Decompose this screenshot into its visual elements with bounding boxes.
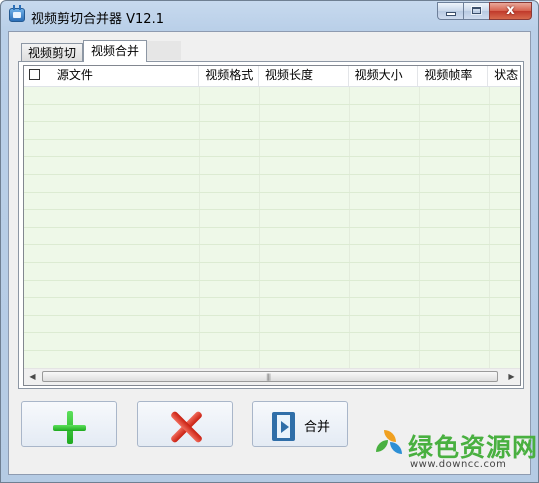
title-bar[interactable]: 视频剪切合并器 V12.1 x — [1, 1, 538, 31]
empty-row — [24, 316, 520, 334]
window-title: 视频剪切合并器 V12.1 — [31, 12, 164, 27]
scroll-right-arrow[interactable]: ▶ — [503, 369, 520, 385]
app-icon — [9, 5, 25, 22]
column-format[interactable]: 视频格式 — [199, 66, 260, 86]
add-file-button[interactable] — [21, 401, 117, 447]
maximize-button[interactable] — [463, 2, 489, 20]
empty-row — [24, 193, 520, 211]
empty-row — [24, 157, 520, 175]
minimize-button[interactable] — [437, 2, 463, 20]
select-all-checkbox[interactable] — [29, 69, 40, 80]
maximize-icon — [471, 6, 482, 15]
empty-row — [24, 298, 520, 316]
watermark-url: www.downcc.com — [410, 459, 507, 470]
client-area: 视频剪切 视频合并 源文件 视频格式 视频长度 视频大小 视频帧率 状态 ◀ |… — [8, 31, 531, 475]
scrollbar-grip-icon: ||| — [266, 373, 271, 381]
delete-x-icon — [169, 410, 203, 444]
empty-row — [24, 87, 520, 105]
caption-buttons: x — [437, 2, 532, 21]
file-list[interactable]: 源文件 视频格式 视频长度 视频大小 视频帧率 状态 ◀ ||| ▶ — [23, 65, 521, 386]
empty-row — [24, 228, 520, 246]
column-status[interactable]: 状态 — [488, 66, 520, 86]
list-header: 源文件 视频格式 视频长度 视频大小 视频帧率 状态 — [24, 66, 520, 87]
close-icon: x — [506, 3, 515, 18]
scroll-left-arrow[interactable]: ◀ — [24, 369, 41, 385]
empty-row — [24, 140, 520, 158]
empty-row — [24, 210, 520, 228]
tab-video-cut[interactable]: 视频剪切 — [21, 43, 84, 62]
empty-row — [24, 351, 520, 369]
column-size[interactable]: 视频大小 — [349, 66, 419, 86]
film-play-icon — [272, 412, 295, 441]
merge-button[interactable]: 合并 — [252, 401, 348, 447]
minimize-icon — [447, 13, 455, 15]
column-label-source-file: 源文件 — [56, 68, 93, 82]
tab-video-merge[interactable]: 视频合并 — [83, 40, 148, 62]
list-body[interactable] — [24, 87, 520, 369]
empty-row — [24, 105, 520, 123]
column-source-file[interactable]: 源文件 — [24, 66, 200, 86]
merge-tab-panel: 源文件 视频格式 视频长度 视频大小 视频帧率 状态 ◀ ||| ▶ — [18, 61, 524, 389]
close-button[interactable]: x — [489, 2, 532, 20]
column-duration[interactable]: 视频长度 — [259, 66, 349, 86]
column-frame-rate[interactable]: 视频帧率 — [418, 66, 489, 86]
horizontal-scrollbar[interactable]: ◀ ||| ▶ — [24, 368, 520, 385]
empty-row — [24, 122, 520, 140]
empty-row — [24, 175, 520, 193]
empty-row — [24, 263, 520, 281]
empty-row — [24, 333, 520, 351]
watermark-logo-icon — [374, 428, 406, 460]
scrollbar-thumb[interactable]: ||| — [42, 371, 498, 382]
empty-row — [24, 281, 520, 299]
tab-strip-filler — [147, 41, 181, 60]
delete-file-button[interactable] — [137, 401, 233, 447]
merge-button-label: 合并 — [304, 420, 331, 435]
plus-icon — [52, 410, 88, 446]
app-window: 视频剪切合并器 V12.1 x 视频剪切 视频合并 源文件 视频格式 视频长度 … — [0, 0, 539, 483]
empty-row — [24, 245, 520, 263]
